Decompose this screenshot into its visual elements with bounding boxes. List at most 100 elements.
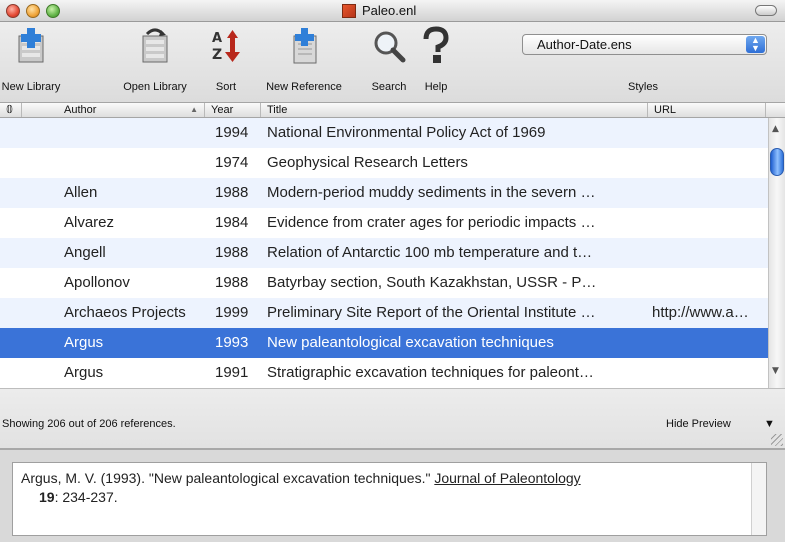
scroll-down-arrow-icon[interactable]: ▼	[772, 366, 779, 376]
author-cell	[64, 118, 204, 148]
title-column-header[interactable]: Title	[261, 103, 648, 117]
sort-button[interactable]: A Z Sort	[206, 22, 246, 102]
paperclip-icon: 𝟘	[6, 104, 13, 116]
author-cell: Argus	[64, 364, 104, 381]
reference-list: 1994 National Environmental Policy Act o…	[0, 118, 768, 388]
title-cell: National Environmental Policy Act of 196…	[267, 124, 546, 141]
sort-ascending-icon: ▲	[190, 105, 198, 114]
citation-journal: Journal of Paleontology	[434, 470, 581, 486]
year-header-label: Year	[211, 104, 234, 116]
endnote-window: Paleo.enl New Library Open Library A Z S…	[0, 0, 785, 542]
new-reference-label: New Reference	[266, 81, 342, 93]
title-cell: Preliminary Site Report of the Oriental …	[267, 304, 596, 321]
toolbar: New Library Open Library A Z Sort New Re…	[0, 22, 785, 102]
table-row[interactable]: Archaeos Projects 1999 Preliminary Site …	[0, 298, 768, 328]
url-cell	[652, 238, 768, 268]
disclosure-triangle-icon[interactable]: ▼	[764, 418, 775, 430]
help-button[interactable]: Help	[418, 22, 454, 102]
open-library-label: Open Library	[123, 81, 187, 93]
title-cell: Stratigraphic excavation techniques for …	[267, 364, 594, 381]
title-cell: Geophysical Research Letters	[267, 154, 468, 171]
year-cell: 1999	[215, 304, 249, 321]
url-cell: http://www.a…	[652, 304, 749, 321]
hide-preview-button[interactable]: Hide Preview	[666, 418, 731, 430]
author-column-header[interactable]: Author ▲	[22, 103, 205, 117]
styles-label: Styles	[628, 81, 658, 93]
title-header-label: Title	[267, 104, 288, 116]
document-icon	[342, 4, 356, 18]
table-row-selected[interactable]: Argus 1993 New paleantological excavatio…	[0, 328, 768, 358]
year-cell: 1988	[215, 274, 249, 291]
citation-line-1: Argus, M. V. (1993). "New paleantologica…	[21, 469, 758, 488]
new-library-label: New Library	[1, 81, 61, 93]
year-cell: 1988	[215, 244, 249, 261]
url-cell	[652, 148, 768, 178]
citation-line-2: 19: 234-237.	[21, 488, 758, 507]
attachment-column-header[interactable]: 𝟘	[0, 103, 22, 117]
citation-text: Argus, M. V. (1993). "New paleantologica…	[21, 470, 435, 486]
status-bar: Showing 206 out of 206 references. Hide …	[0, 388, 785, 448]
styles-selected-value: Author-Date.ens	[537, 37, 632, 52]
help-label: Help	[424, 81, 448, 93]
url-cell	[652, 358, 768, 388]
year-cell: 1988	[215, 184, 249, 201]
author-cell	[64, 148, 204, 178]
year-cell: 1994	[215, 124, 249, 141]
author-cell: Allen	[64, 184, 98, 201]
title-cell: Relation of Antarctic 100 mb temperature…	[267, 244, 593, 261]
url-cell	[652, 118, 768, 148]
close-button[interactable]	[6, 4, 20, 18]
search-button[interactable]: Search	[364, 22, 414, 102]
zoom-button[interactable]	[46, 4, 60, 18]
author-cell: Alvarez	[64, 214, 115, 231]
new-reference-button[interactable]: New Reference	[257, 22, 351, 102]
table-row[interactable]: 1974 Geophysical Research Letters	[0, 148, 768, 178]
citation-volume: 19	[39, 489, 55, 505]
author-header-label: Author	[64, 104, 97, 116]
open-library-icon	[142, 28, 168, 63]
new-library-button[interactable]: New Library	[0, 22, 62, 102]
table-row[interactable]: Apollonov 1988 Batyrbay section, South K…	[0, 268, 768, 298]
citation-pages: : 234-237.	[54, 489, 118, 505]
title-cell: Batyrbay section, South Kazakhstan, USSR…	[267, 274, 597, 291]
table-row[interactable]: Angell 1988 Relation of Antarctic 100 mb…	[0, 238, 768, 268]
scroll-thumb[interactable]	[770, 148, 784, 176]
url-column-header[interactable]: URL	[648, 103, 766, 117]
vertical-scrollbar[interactable]: ▲ ▼	[768, 118, 785, 388]
sort-label: Sort	[215, 81, 237, 93]
title-cell: New paleantological excavation technique…	[267, 334, 554, 351]
question-icon	[423, 26, 449, 63]
title-bar[interactable]: Paleo.enl	[0, 0, 785, 22]
table-row[interactable]: Alvarez 1984 Evidence from crater ages f…	[0, 208, 768, 238]
resize-grip-icon[interactable]	[771, 434, 783, 446]
magnifier-icon	[374, 31, 406, 63]
author-cell: Apollonov	[64, 274, 130, 291]
author-cell: Angell	[64, 244, 106, 261]
table-row[interactable]: Argus 1991 Stratigraphic excavation tech…	[0, 358, 768, 388]
year-cell: 1993	[215, 334, 249, 351]
svg-text:A: A	[212, 31, 222, 46]
open-library-button[interactable]: Open Library	[114, 22, 196, 102]
preview-pane: Argus, M. V. (1993). "New paleantologica…	[0, 448, 785, 542]
author-cell: Archaeos Projects	[64, 304, 186, 321]
author-cell: Argus	[64, 334, 104, 351]
table-row[interactable]: Allen 1988 Modern-period muddy sediments…	[0, 178, 768, 208]
preview-scrollbar[interactable]	[751, 463, 766, 535]
citation-preview: Argus, M. V. (1993). "New paleantologica…	[12, 462, 767, 536]
reference-count-text: Showing 206 out of 206 references.	[2, 418, 176, 430]
url-cell	[652, 268, 768, 298]
minimize-button[interactable]	[26, 4, 40, 18]
year-column-header[interactable]: Year	[205, 103, 261, 117]
styles-select[interactable]: Author-Date.ens ▲ ▼	[522, 34, 767, 55]
new-reference-icon	[293, 28, 317, 64]
column-header-row: 𝟘 Author ▲ Year Title URL	[0, 102, 785, 118]
year-cell: 1991	[215, 364, 249, 381]
year-cell: 1984	[215, 214, 249, 231]
table-row[interactable]: 1994 National Environmental Policy Act o…	[0, 118, 768, 148]
title-cell: Evidence from crater ages for periodic i…	[267, 214, 596, 231]
url-header-label: URL	[654, 104, 677, 116]
toolbar-toggle-button[interactable]	[755, 5, 777, 16]
url-cell	[652, 178, 768, 208]
scroll-up-arrow-icon[interactable]: ▲	[772, 124, 779, 134]
new-library-icon	[18, 28, 44, 63]
